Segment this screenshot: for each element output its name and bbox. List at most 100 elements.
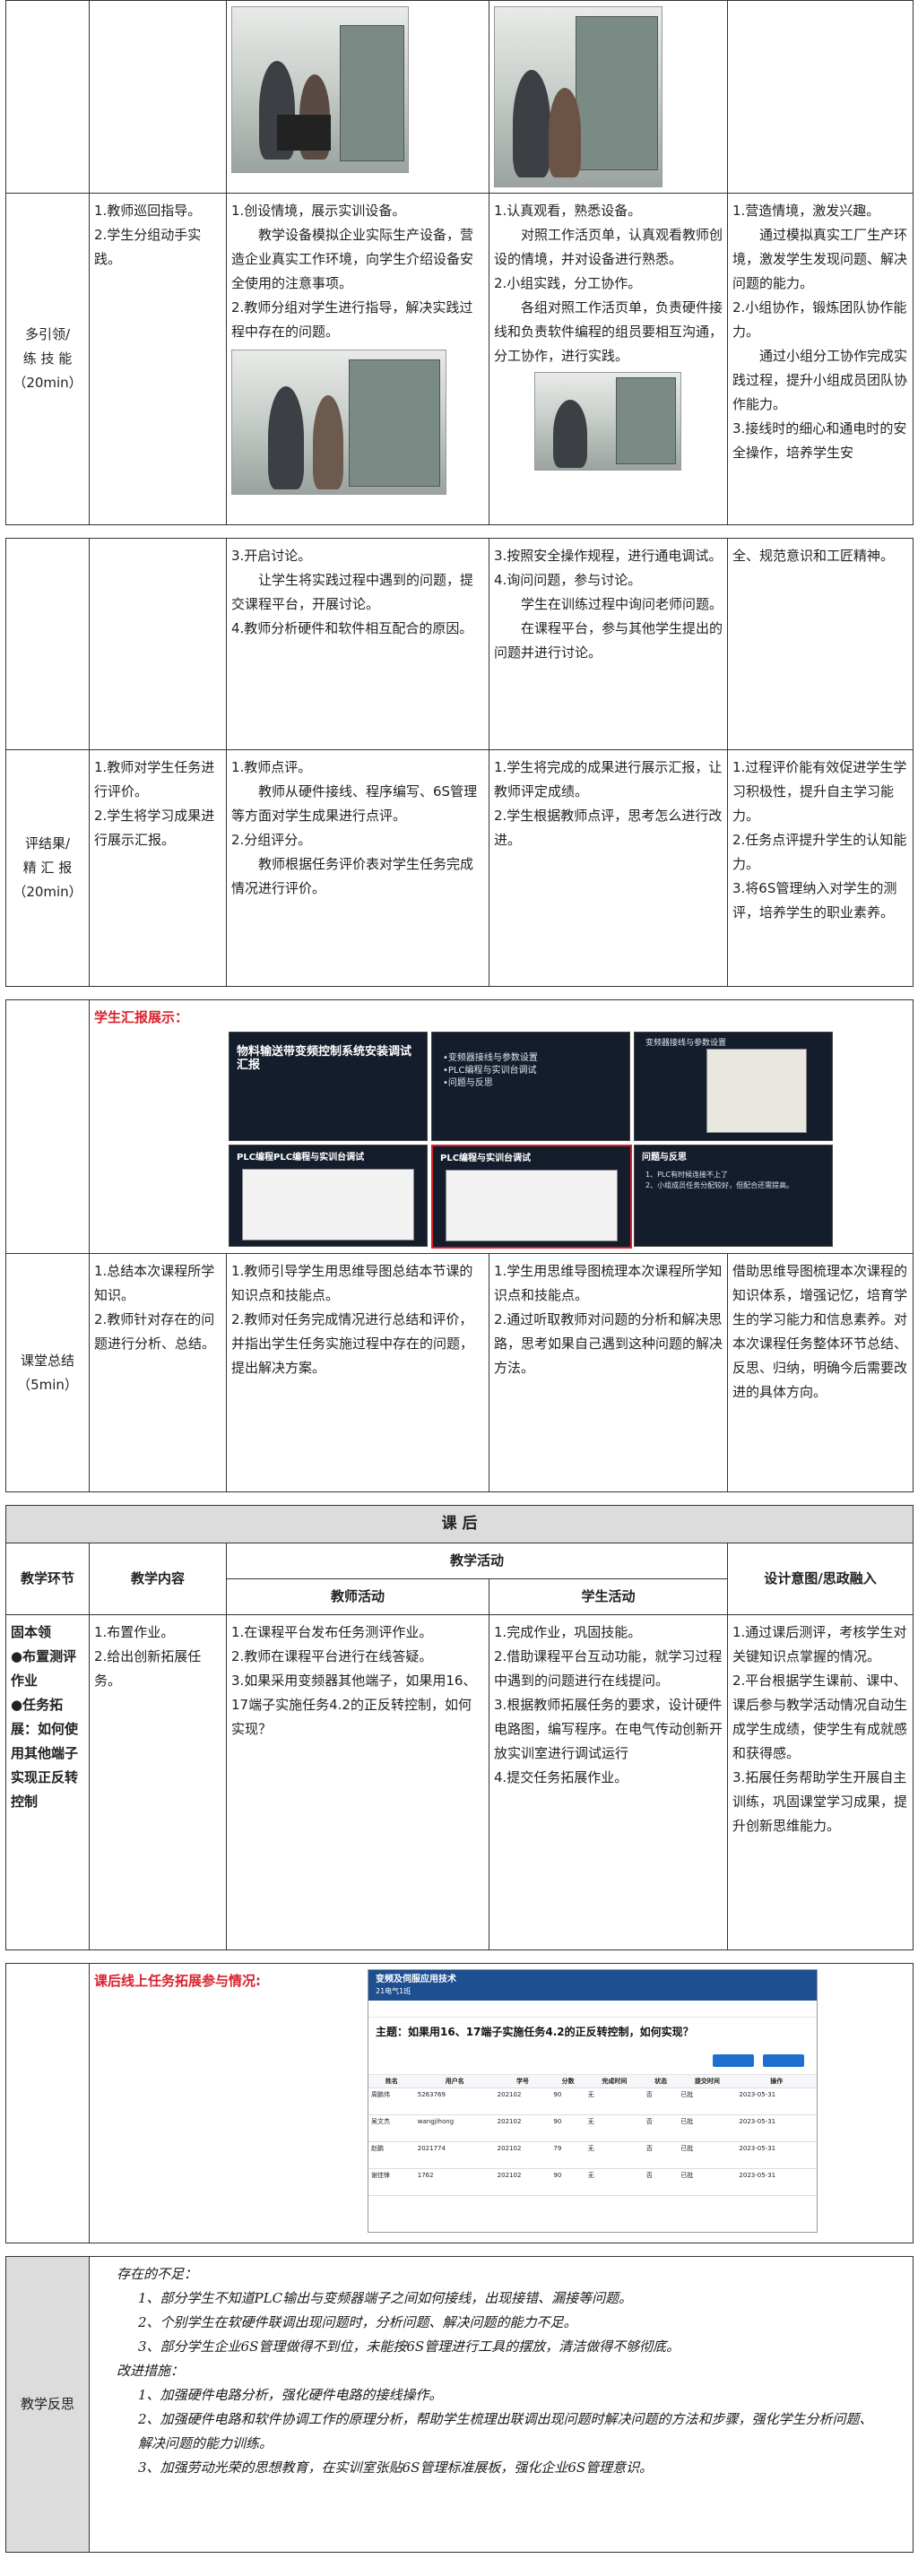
after-label-cell: 固本领 ●布置测评作业 ●任务拓展：如何使用其他端子实现正反转控制 [5, 1614, 90, 1950]
slide-title: PLC编程与实训台调试 [440, 1154, 532, 1163]
student-item: 各组对照工作活页单，负责硬件接线和负责软件编程的组员要相互沟通，分工协作，进行实… [494, 299, 723, 364]
table-cell: 否 [643, 2168, 679, 2196]
design-cell: 借助思维导图梳理本次课程的知识体系，增强记忆，培育学生的学习能力和信息素养。对本… [726, 1253, 914, 1492]
content-cell: 1.布置作业。 2.给出创新拓展任务。 [89, 1614, 227, 1950]
table-cell: 2021774 [414, 2141, 495, 2169]
platform-screenshot: 变频及伺服应用技术 21电气1班 主题：如果用16、17端子实施任务4.2的正反… [368, 1969, 818, 2233]
table-cell: wangjihong [414, 2114, 495, 2142]
online-cell: 课后线上任务拓展参与情况: 变频及伺服应用技术 21电气1班 主题：如果用16、… [89, 1963, 914, 2243]
print-button[interactable] [763, 2054, 804, 2067]
slide-body: •变频器接线与参数设置 •PLC编程与实训台调试 •问题与反思 [443, 1053, 538, 1088]
table-cell: 赵鹏 [368, 2141, 415, 2169]
student-item: 对照工作活页单，认真观看教师创设的情境，并对设备进行熟悉。 [494, 227, 723, 267]
content-item: 1.总结本次课程所学知识。 [94, 1263, 215, 1303]
teacher-item: 让学生将实践过程中遇到的问题，提交课程平台，开展讨论。 [231, 572, 474, 612]
teacher-activity-cell: 1.教师引导学生用思维导图总结本节课的知识点和技能点。 2.教师对任务完成情况进… [226, 1253, 489, 1492]
table-cell: 202102 [494, 2141, 551, 2169]
teacher-item: 1.创设情境，展示实训设备。 [231, 203, 406, 219]
student-activity-cell: 1.学生将完成的成果进行展示汇报，让教师评定成绩。 2.学生根据教师点评，思考怎… [489, 749, 728, 987]
slide-thumb[interactable]: PLC编程与实训台调试 [431, 1145, 632, 1249]
design-item: 3.接线时的细心和通电时的安全操作，培养学生安 [732, 420, 907, 461]
slide-thumb[interactable]: 变频器接线与参数设置 [634, 1032, 833, 1141]
design-item: 全、规范意识和工匠精神。 [732, 548, 895, 564]
slide-thumb[interactable]: PLC编程PLC编程与实训台调试 [229, 1145, 428, 1247]
table-cell: 已批 [678, 2088, 737, 2115]
table-cell: 202102 [494, 2114, 551, 2142]
slide-title: 物料输送带变频控制系统安装调试汇报 [237, 1045, 412, 1072]
teacher-activity-cell: 1.在课程平台发布任务测评作业。 2.教师在课程平台进行在线答疑。 3.如果采用… [226, 1614, 489, 1950]
empty-cell [5, 538, 90, 750]
col-header: 用户名 [414, 2075, 495, 2088]
after-class-section: 课 后 教学环节 教学内容 教学活动 设计意图/思政融入 教师活动 学生活动 固… [4, 1505, 914, 1950]
reflection-line: 3、部分学生企业6S管理做得不到位，未能按6S管理进行工具的摆放，清洁做得不够彻… [138, 2338, 680, 2355]
reflection-label: 教学反思 [5, 2256, 90, 2553]
reflection-text: 存在的不足： 1、部分学生不知道PLC输出与变频器端子之间如何接线，出现接错、漏… [89, 2256, 914, 2553]
table-row[interactable]: 谢佳锋 1762 202102 90 无 否 已批 2023-05-31 [368, 2168, 817, 2196]
platform-subtitle: 21电气1班 [376, 1987, 411, 1995]
platform-title: 变频及伺服应用技术 [376, 1975, 456, 1984]
label-item: 固本领 [11, 1624, 52, 1640]
table-row[interactable]: 周鹏伟 5263769 202102 90 无 否 已批 2023-05-31 [368, 2088, 817, 2115]
content-item: 2.给出创新拓展任务。 [94, 1648, 202, 1689]
table-cell: 无 [585, 2088, 644, 2115]
teacher-item: 2.教师在课程平台进行在线答疑。 [231, 1648, 433, 1664]
table-cell: 无 [585, 2168, 644, 2196]
empty-cell [89, 0, 227, 194]
table-cell: 90 [550, 2088, 585, 2115]
summary-label: 课堂总结 （5min） [5, 1253, 90, 1492]
reflection-line: 存在的不足： [117, 2266, 198, 2282]
table-cell: 周鹏伟 [368, 2088, 415, 2115]
design-item: 2.平台根据学生课前、课中、课后参与教学活动情况自动生成学生成绩，使学生有成就感… [732, 1673, 908, 1761]
label-item: ●布置测评作业 [11, 1648, 77, 1689]
header-activity: 教学活动 [226, 1543, 728, 1579]
col-header: 学号 [494, 2075, 551, 2088]
reflection-section: 教学反思 存在的不足： 1、部分学生不知道PLC输出与变频器端子之间如何接线，出… [5, 2256, 914, 2553]
student-item: 2.学生根据教师点评，思考怎么进行改进。 [494, 808, 723, 848]
student-item: 4.询问问题，参与讨论。 [494, 572, 642, 588]
reflection-line: 2、个别学生在软硬件联调出现问题时，分析问题、解决问题的能力不足。 [138, 2314, 577, 2330]
teacher-item: 教师从硬件接线、程序编写、6S管理等方面对学生成果进行点评。 [231, 783, 478, 824]
teacher-item: 1.在课程平台发布任务测评作业。 [231, 1624, 433, 1640]
design-item: 3.将6S管理纳入对学生的测评，培养学生的职业素养。 [732, 880, 897, 921]
slide-image [446, 1170, 618, 1241]
teacher-activity-cell: 1.创设情境，展示实训设备。 教学设备模拟企业实际生产设备，营造企业真实工作环境… [226, 193, 489, 525]
table-row[interactable]: 赵鹏 2021774 202102 79 无 否 已批 2023-05-31 [368, 2141, 817, 2169]
classroom-photo [534, 372, 681, 471]
online-section: 课后线上任务拓展参与情况: 变频及伺服应用技术 21电气1班 主题：如果用16、… [5, 1963, 914, 2243]
slide-image [706, 1049, 807, 1133]
empty-cell [89, 538, 227, 750]
topic-title: 主题：如果用16、17端子实施任务4.2的正反转控制，如何实现？ [376, 2026, 694, 2038]
after-class-title: 课 后 [4, 1505, 914, 1543]
export-button[interactable] [713, 2054, 754, 2067]
student-item: 在课程平台，参与其他学生提出的问题并进行讨论。 [494, 620, 723, 661]
table-row[interactable]: 吴文杰 wangjihong 202102 90 无 否 已批 2023-05-… [368, 2114, 817, 2142]
slide-thumb[interactable]: •变频器接线与参数设置 •PLC编程与实训台调试 •问题与反思 [431, 1032, 630, 1141]
slide-image [242, 1169, 414, 1240]
table-cell: 202102 [494, 2168, 551, 2196]
empty-cell [5, 999, 90, 1254]
student-item: 3.根据教师拓展任务的要求，设计硬件电路图，编写程序。在电气传动创新开放实训室进… [494, 1697, 723, 1761]
slide-thumb[interactable]: 物料输送带变频控制系统安装调试汇报 [229, 1032, 428, 1141]
teacher-item: 教师根据任务评价表对学生任务完成情况进行评价。 [231, 856, 474, 896]
student-item: 学生在训练过程中询问老师问题。 [521, 596, 723, 612]
teacher-item: 2.分组评分。 [231, 832, 312, 848]
empty-cell [5, 1963, 90, 2243]
slide-thumb[interactable]: 问题与反思 1、PLC有时候连接不上了 2、小组成员任务分配较好，但配合还需提高… [634, 1145, 833, 1247]
student-activity-cell: 1.完成作业，巩固技能。 2.借助课程平台互动功能，就学习过程中遇到的问题进行在… [489, 1614, 728, 1950]
table-cell: 无 [585, 2114, 644, 2142]
reflection-line: 1、加强硬件电路分析，强化硬件电路的接线操作。 [138, 2387, 443, 2403]
table-cell: 90 [550, 2168, 585, 2196]
student-item: 3.按照安全操作规程，进行通电调试。 [494, 548, 723, 564]
table-header: 姓名 用户名 学号 分数 完成时间 状态 提交时间 操作 [368, 2075, 817, 2088]
submission-table: 姓名 用户名 学号 分数 完成时间 状态 提交时间 操作 周鹏伟 5263769… [368, 2075, 817, 2196]
teacher-item: 3.如果采用变频器其他端子，如果用16、17端子实施任务4.2的正反转控制，如何… [231, 1673, 477, 1737]
slide-body: 变频器接线与参数设置 [645, 1039, 727, 1048]
col-header: 操作 [736, 2075, 817, 2088]
teacher-item: 教学设备模拟企业实际生产设备，营造企业真实工作环境，向学生介绍设备安全使用的注意… [231, 227, 474, 291]
design-item: 1.营造情境，激发兴趣。 [732, 203, 880, 219]
table-cell: 无 [585, 2141, 644, 2169]
photo-cell [489, 0, 728, 194]
guide-section: 多引领/ 练 技 能 （20min） 1.教师巡回指导。 2.学生分组动手实践。… [5, 0, 914, 525]
table-cell: 否 [643, 2114, 679, 2142]
reflection-line: 3、加强劳动光荣的思想教育，在实训室张贴6S管理标准展板，强化企业6S管理意识。 [138, 2459, 654, 2476]
